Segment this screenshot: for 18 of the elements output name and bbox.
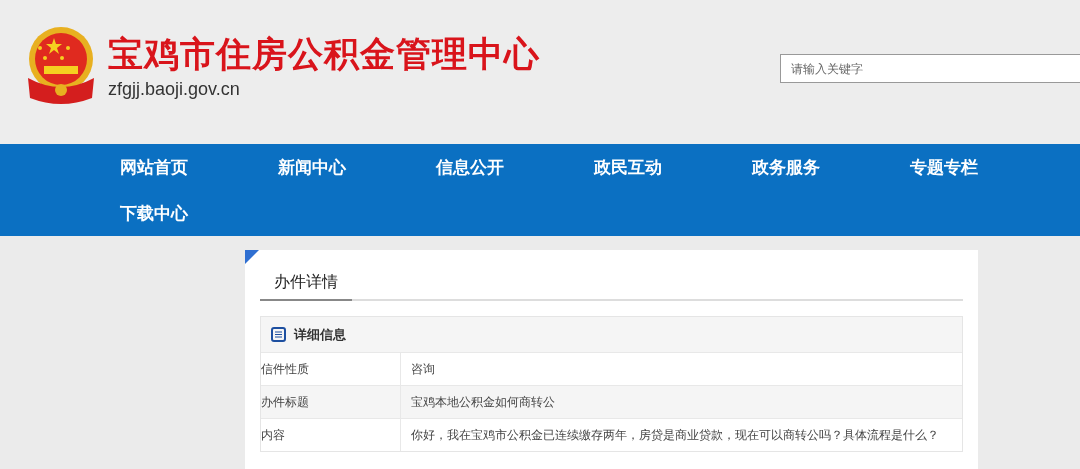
corner-mark	[245, 250, 259, 264]
field-label: 内容	[261, 419, 401, 451]
nav-link[interactable]: 信息公开	[436, 155, 594, 179]
search-field[interactable]: 请输入关键字	[780, 54, 1080, 83]
field-value: 咨询	[410, 361, 436, 378]
field-value: 你好，我在宝鸡市公积金已连续缴存两年，房贷是商业贷款，现在可以商转公吗？具体流程是什么？	[410, 427, 940, 444]
list-icon	[271, 327, 286, 342]
nav-link[interactable]: 网站首页	[120, 155, 278, 179]
nav-link[interactable]: 专题专栏	[910, 155, 1068, 179]
nav-link[interactable]: 政民互动	[594, 155, 752, 179]
nav-link[interactable]: 下载中心	[120, 201, 278, 225]
site-title: 宝鸡市住房公积金管理中心	[108, 32, 540, 76]
site-domain: zfgjj.baoji.gov.cn	[108, 78, 241, 100]
tab[interactable]: 办件详情	[260, 268, 352, 301]
section-title: 详细信息	[294, 325, 346, 344]
field-value: 宝鸡本地公积金如何商转公	[410, 394, 556, 411]
nav-link[interactable]: 新闻中心	[278, 155, 436, 179]
nav-link[interactable]: 政务服务	[752, 155, 910, 179]
